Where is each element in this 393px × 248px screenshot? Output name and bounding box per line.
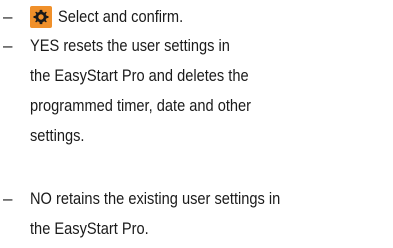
list-dash: – bbox=[3, 36, 13, 55]
instruction-list: – Select and confirm. – YES resets the u… bbox=[0, 0, 393, 248]
list-item-select-confirm: – Select and confirm. bbox=[0, 2, 393, 32]
list-dash: – bbox=[3, 189, 13, 208]
item-text-line: the EasyStart Pro and deletes the bbox=[30, 66, 249, 85]
item-text-line: settings. bbox=[30, 126, 85, 145]
item-text-line: the EasyStart Pro. bbox=[30, 219, 149, 238]
list-dash: – bbox=[3, 7, 13, 26]
item-text-line: YES resets the user settings in bbox=[30, 36, 230, 55]
item-text-line: programmed timer, date and other bbox=[30, 96, 252, 115]
settings-gear-icon bbox=[30, 6, 52, 28]
item-text-line: NO retains the existing user settings in bbox=[30, 189, 281, 208]
list-item-yes-reset: – YES resets the user settings in the Ea… bbox=[0, 31, 393, 151]
item-text-line: Select and confirm. bbox=[58, 7, 184, 26]
list-item-no-retain: – NO retains the existing user settings … bbox=[0, 184, 393, 244]
